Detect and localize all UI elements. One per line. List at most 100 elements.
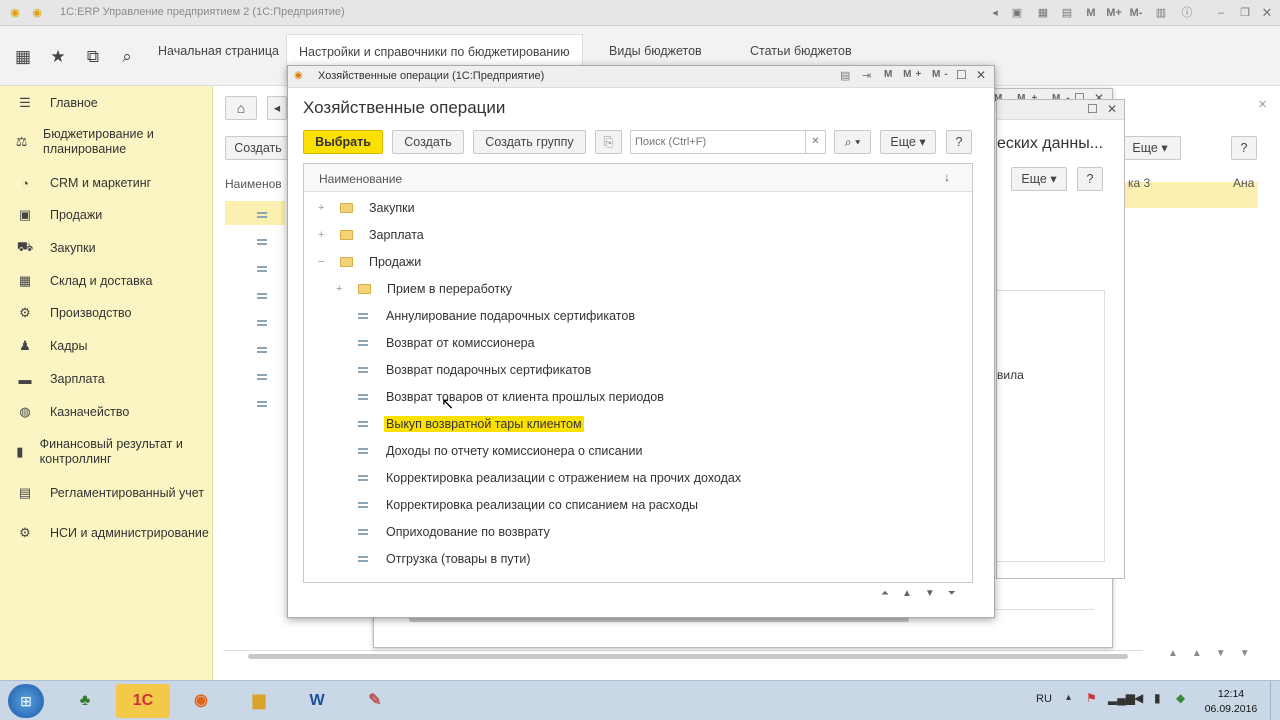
tray-expand-icon[interactable]: ▴ <box>1066 692 1071 703</box>
expand-icon[interactable]: + <box>318 229 336 241</box>
maximize-icon[interactable]: ❐ <box>1238 6 1252 20</box>
volume-icon[interactable]: ◀ <box>1134 691 1143 705</box>
sidebar-item-admin[interactable]: ⚙ НСИ и администрирование <box>0 517 213 549</box>
list-item[interactable]: Возврат от комиссионера <box>304 329 970 356</box>
maximize-icon[interactable]: ☐ <box>956 68 967 82</box>
favorites-star-icon[interactable]: ★ <box>47 46 69 68</box>
sidebar-item-financial-result[interactable]: ▮ Финансовый результат и контроллинг <box>0 436 213 468</box>
close-icon[interactable]: ✕ <box>976 68 986 82</box>
start-button[interactable]: ⊞ <box>8 684 44 718</box>
info-icon[interactable]: ⓘ <box>1180 6 1194 20</box>
list-item[interactable]: Оприходование по возврату <box>304 518 970 545</box>
tray-app-icon[interactable]: ◆ <box>1176 691 1185 705</box>
link-icon[interactable]: ⇥ <box>862 69 871 82</box>
app-menu-icon[interactable]: ◉ <box>30 6 44 20</box>
list-item[interactable]: Возврат подарочных сертификатов <box>304 356 970 383</box>
back-arrow-icon[interactable]: ◂ <box>267 96 287 120</box>
list-item[interactable]: Возврат товаров от клиента прошлых перио… <box>304 383 970 410</box>
collapse-icon[interactable]: − <box>318 256 336 268</box>
memory-buttons[interactable]: M M+ M- <box>884 69 952 80</box>
calc-icon[interactable]: ▦ <box>1036 6 1050 20</box>
copy-icon[interactable]: ⎘ <box>595 130 622 154</box>
list-item[interactable]: + Закупки <box>304 194 970 221</box>
tab-label: Начальная страница <box>158 44 279 58</box>
minimize-icon[interactable]: – <box>1214 6 1228 20</box>
close-tab-icon[interactable]: ✕ <box>1258 98 1267 111</box>
search-icon[interactable]: ⌕ <box>116 46 138 68</box>
maximize-icon[interactable]: ☐ <box>1087 102 1098 116</box>
search-options-button[interactable]: ⌕ ▾ <box>834 130 871 154</box>
sidebar-item-hr[interactable]: ♟ Кадры <box>0 337 213 355</box>
nav-back-icon[interactable]: ◂ <box>988 6 1002 20</box>
selected-row[interactable] <box>225 201 285 225</box>
sidebar-item-sales[interactable]: ▣ Продажи <box>0 206 213 224</box>
sales-icon: ▣ <box>18 207 32 222</box>
more-button[interactable]: Еще ▾ <box>880 130 936 154</box>
network-app-icon[interactable]: ♣ <box>58 684 112 718</box>
expand-icon[interactable]: + <box>336 283 354 295</box>
element-icon <box>358 474 368 481</box>
list-item-selected[interactable]: Выкуп возвратной тары клиентом <box>304 410 970 437</box>
history-icon[interactable]: ⧉ <box>82 46 104 68</box>
more-button[interactable]: Еще ▾ <box>1011 167 1067 191</box>
scroll-buttons[interactable]: ▲▲▼▼ <box>1168 648 1264 659</box>
column-header-name[interactable]: Наименование <box>319 172 402 186</box>
tray-flag-icon[interactable]: ⚑ <box>1086 691 1097 705</box>
close-icon[interactable]: ✕ <box>1107 102 1117 116</box>
sidebar-item-warehouse[interactable]: ▦ Склад и доставка <box>0 272 213 290</box>
search-input[interactable] <box>630 130 806 154</box>
home-icon[interactable]: ⌂ <box>225 96 257 120</box>
layout-icon[interactable]: ▥ <box>1154 6 1168 20</box>
print-icon[interactable]: ▣ <box>1010 6 1024 20</box>
tab-label: Статьи бюджетов <box>750 44 852 58</box>
sidebar-item-treasury[interactable]: ◍ Казначейство <box>0 403 213 421</box>
clock-time: 12:14 <box>1217 688 1245 700</box>
memory-button[interactable]: M <box>1084 6 1098 20</box>
memory-plus-button[interactable]: M+ <box>1104 6 1124 20</box>
more-button[interactable]: Еще ▾ <box>1119 136 1181 160</box>
help-button[interactable]: ? <box>946 130 972 154</box>
tab-home-page[interactable]: Начальная страница <box>146 34 291 74</box>
list-scroll-buttons[interactable]: ⏶▲▼⏷ <box>881 585 973 603</box>
clear-search-icon[interactable]: ✕ <box>806 130 826 154</box>
create-button[interactable]: Создать <box>225 136 291 160</box>
sidebar-item-salary[interactable]: ▬ Зарплата <box>0 370 213 388</box>
close-icon[interactable]: ✕ <box>1260 6 1274 20</box>
doc-icon[interactable]: ▤ <box>840 69 850 82</box>
sidebar-item-production[interactable]: ⚙ Производство <box>0 304 213 322</box>
show-desktop-button[interactable] <box>1270 681 1280 720</box>
list-item[interactable]: + Прием в переработку <box>304 275 970 302</box>
list-item[interactable]: + Зарплата <box>304 221 970 248</box>
sidebar-item-budgeting[interactable]: ⚖ Бюджетирование и планирование <box>0 126 213 158</box>
battery-icon[interactable]: ▮ <box>1154 691 1161 705</box>
sidebar-item-crm[interactable]: ◔ CRM и маркетинг <box>0 174 213 192</box>
help-button[interactable]: ? <box>1231 136 1257 160</box>
list-item[interactable]: Доходы по отчету комиссионера о списании <box>304 437 970 464</box>
calendar-icon[interactable]: ▤ <box>1060 6 1074 20</box>
word-icon[interactable]: W <box>290 684 344 718</box>
help-button[interactable]: ? <box>1077 167 1103 191</box>
list-item[interactable]: Корректировка реализации с отражением на… <box>304 464 970 491</box>
list-item[interactable]: Отгрузка (товары в пути) <box>304 545 970 572</box>
select-button[interactable]: Выбрать <box>303 130 383 154</box>
firefox-icon[interactable]: ◉ <box>174 684 228 718</box>
list-item[interactable]: Корректировка реализации со списанием на… <box>304 491 970 518</box>
clock[interactable]: 12:14 06.09.2016 <box>1200 688 1262 715</box>
paint-icon[interactable]: ✎ <box>348 684 402 718</box>
memory-minus-button[interactable]: M- <box>1126 6 1146 20</box>
sections-grid-icon[interactable]: ▦ <box>12 46 34 68</box>
list-item[interactable]: Аннулирование подарочных сертификатов <box>304 302 970 329</box>
sort-arrow-icon[interactable]: ↓ <box>944 170 950 184</box>
horizontal-scrollbar[interactable] <box>223 650 1143 660</box>
list-item[interactable]: − Продажи <box>304 248 970 275</box>
sidebar-item-main[interactable]: ☰ Главное <box>0 94 213 112</box>
signal-icon[interactable]: ▂▄▆ <box>1108 691 1135 705</box>
sidebar-item-regulated-accounting[interactable]: ▤ Регламентированный учет <box>0 484 213 502</box>
explorer-icon[interactable]: ▆ <box>232 684 286 718</box>
create-button[interactable]: Создать <box>392 130 464 154</box>
1c-app-icon[interactable]: 1C <box>116 684 170 718</box>
expand-icon[interactable]: + <box>318 202 336 214</box>
create-group-button[interactable]: Создать группу <box>473 130 586 154</box>
language-indicator[interactable]: RU <box>1036 693 1052 705</box>
sidebar-item-purchases[interactable]: ⛟ Закупки <box>0 239 213 257</box>
